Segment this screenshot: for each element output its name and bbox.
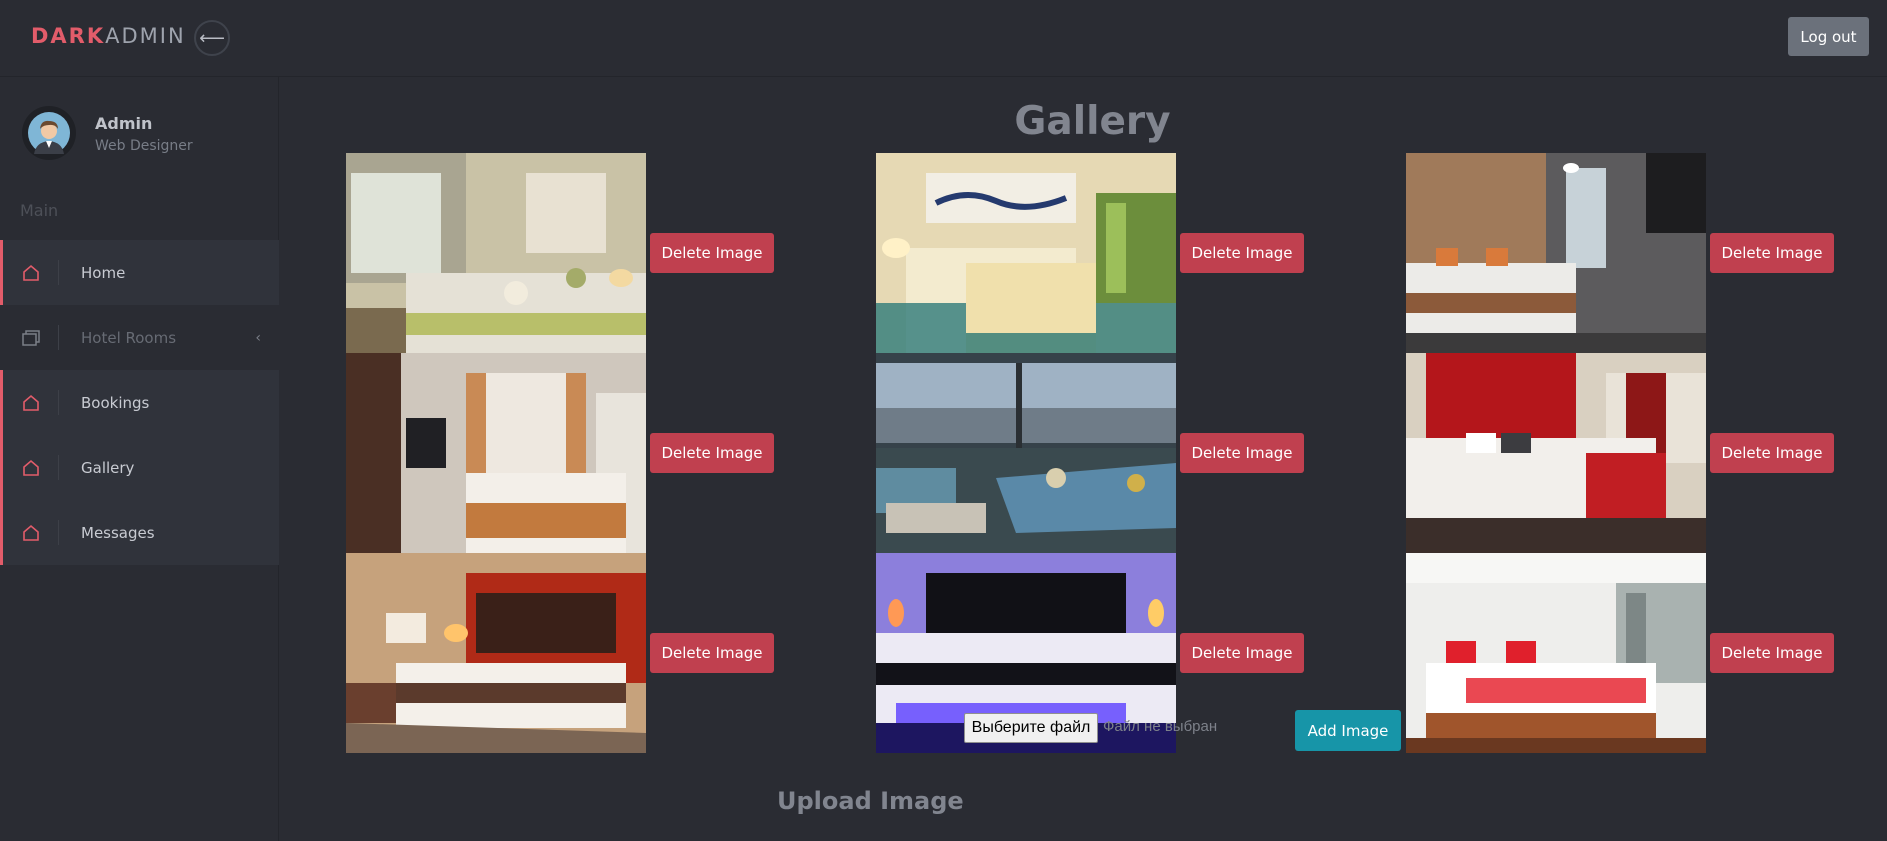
gallery-image — [1406, 353, 1706, 553]
gallery-image — [346, 553, 646, 753]
page-title: Gallery — [1014, 99, 1171, 144]
delete-image-button[interactable]: Delete Image — [650, 433, 774, 473]
delete-image-button[interactable]: Delete Image — [1180, 233, 1304, 273]
divider — [58, 390, 59, 415]
sidebar-item-label: Gallery — [81, 458, 135, 477]
profile-name: Admin — [95, 114, 153, 133]
sidebar-toggle-button[interactable]: ⟵ — [194, 20, 230, 56]
delete-image-button[interactable]: Delete Image — [650, 233, 774, 273]
home-icon — [21, 523, 41, 543]
gallery-image — [876, 353, 1176, 553]
home-icon — [21, 458, 41, 478]
sidebar-item-bookings[interactable]: Bookings — [0, 370, 279, 435]
sidebar-nav: Home Hotel Rooms ‹ Bookings Gallery Mess… — [0, 240, 279, 565]
choose-file-button[interactable]: Выберите файл — [964, 713, 1098, 743]
delete-image-button[interactable]: Delete Image — [1710, 433, 1834, 473]
gallery-image — [876, 153, 1176, 353]
sidebar: Admin Web Designer Main Home Hotel Rooms… — [0, 77, 279, 841]
gallery-image — [1406, 553, 1706, 753]
chevron-left-icon: ‹ — [255, 329, 261, 346]
arrow-left-icon: ⟵ — [199, 27, 225, 49]
home-icon — [21, 263, 41, 283]
sidebar-item-messages[interactable]: Messages — [0, 500, 279, 565]
sidebar-item-home[interactable]: Home — [0, 240, 279, 305]
upload-image-label: Upload Image — [777, 787, 964, 815]
sidebar-item-gallery[interactable]: Gallery — [0, 435, 279, 500]
divider — [58, 520, 59, 545]
sidebar-item-label: Bookings — [81, 393, 150, 412]
logout-button[interactable]: Log out — [1788, 17, 1869, 56]
gallery-image — [346, 353, 646, 553]
sidebar-section-title: Main — [20, 201, 59, 220]
sidebar-item-label: Messages — [81, 523, 155, 542]
sidebar-item-hotel-rooms[interactable]: Hotel Rooms ‹ — [0, 305, 279, 370]
delete-image-button[interactable]: Delete Image — [1710, 233, 1834, 273]
sidebar-item-label: Home — [81, 263, 126, 282]
divider — [58, 455, 59, 480]
home-icon — [21, 393, 41, 413]
top-bar: DARKADMIN ⟵ Log out — [0, 0, 1887, 77]
file-status-text: Файл не выбран — [1103, 718, 1218, 735]
avatar — [22, 106, 76, 160]
sidebar-item-label: Hotel Rooms — [81, 328, 177, 347]
delete-image-button[interactable]: Delete Image — [1710, 633, 1834, 673]
gallery-image — [1406, 153, 1706, 353]
delete-image-button[interactable]: Delete Image — [1180, 433, 1304, 473]
divider — [58, 260, 59, 285]
gallery-image — [346, 153, 646, 353]
brand-logo-part1: DARK — [31, 24, 106, 48]
divider — [58, 325, 59, 350]
add-image-button[interactable]: Add Image — [1295, 710, 1401, 751]
delete-image-button[interactable]: Delete Image — [650, 633, 774, 673]
brand-logo-part2: ADMIN — [105, 24, 186, 48]
delete-image-button[interactable]: Delete Image — [1180, 633, 1304, 673]
brand-logo[interactable]: DARKADMIN — [31, 24, 186, 48]
rooms-icon — [21, 328, 41, 348]
profile-role: Web Designer — [95, 138, 193, 154]
